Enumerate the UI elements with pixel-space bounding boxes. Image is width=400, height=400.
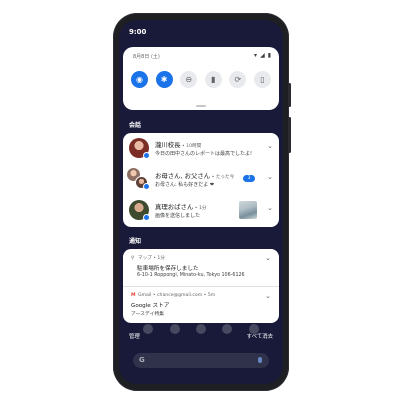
notification-account: • chance@gmail.com [151,293,203,298]
clear-all-button[interactable]: すべて消去 [247,332,273,340]
notification-time: • 1分 [151,256,165,261]
notifications-card: ⚲ マップ • 1分 駐車場所を保存しました 6-10-1 Roppongi, M… [123,249,279,323]
battery-saver-icon[interactable]: ▯ [253,71,271,88]
conversation-time: • たった今 [210,175,235,180]
qs-date: 8月8日 (土) [133,54,160,60]
wifi-icon: ▾ [254,52,258,59]
maps-pin-icon: ⚲ [131,256,135,261]
rotate-icon[interactable]: ⟳ [229,71,247,88]
chevron-down-icon[interactable]: ⌄ [265,292,271,300]
conversation-row[interactable]: 真理おばさん • 1分 画像を送信しました ⌄ [123,195,279,226]
phone-frame: 9:00 8月8日 (土) ▾ ◢ ▮ ◉ ✱ ⊖ ▮ ⟳ ▯ 会話 瀧川校長 • 10時… [113,13,291,391]
conversation-message: 画像を送信しました [155,213,201,219]
conversation-row[interactable]: お母さん, お父さん • たった今 お母さん: 私も好きだよ ❤ 3 ⌄ [123,164,279,195]
notification-row[interactable]: M Gmail • chance@gmail.com • 5m Google スト… [123,287,279,323]
gmail-icon: M [131,293,136,298]
notification-title: 駐車場所を保存しました [137,266,199,272]
dnd-icon[interactable]: ⊖ [180,71,198,88]
chevron-down-icon[interactable]: ⌄ [267,204,273,212]
chevron-down-icon[interactable]: ⌄ [265,254,271,262]
conversation-time: • 10時間 [180,144,202,149]
image-thumbnail[interactable] [239,201,257,219]
messages-app-icon [143,183,150,190]
notification-app: Gmail [138,293,152,298]
signal-icon: ◢ [260,52,265,59]
messages-app-icon [143,214,150,221]
notification-text: アースデイ特集 [131,312,165,317]
conversations-header: 会話 [129,122,142,129]
conversation-row[interactable]: 瀧川校長 • 10時間 今日の田中さんのレポートは最高でしたよ! ⌄ [123,133,279,164]
notification-app: マップ [138,256,152,261]
notification-title: Google ストア [131,303,170,309]
notification-row[interactable]: ⚲ マップ • 1分 駐車場所を保存しました 6-10-1 Roppongi, M… [123,249,279,286]
conversation-title: お母さん, お父さん [155,172,211,180]
conversation-time: • 1分 [193,206,207,211]
conversation-message: お母さん: 私も好きだよ ❤ [155,182,215,188]
mic-icon[interactable] [258,357,262,363]
power-button [288,83,291,107]
chevron-down-icon[interactable]: ⌄ [267,142,273,150]
screen: 9:00 8月8日 (土) ▾ ◢ ▮ ◉ ✱ ⊖ ▮ ⟳ ▯ 会話 瀧川校長 • 10時… [119,20,283,384]
status-bar: 9:00 [119,20,283,44]
notification-time: • 5m [202,293,216,298]
shade-footer: 管理 すべて消去 [119,332,283,344]
clock: 9:00 [129,28,147,36]
messages-app-icon [143,152,150,159]
notification-text: 6-10-1 Roppongi, Minato-ku, Tokyo 106-61… [137,273,245,278]
notifications-header: 通知 [129,238,142,245]
chevron-down-icon[interactable]: ⌄ [267,173,273,181]
google-search-bar[interactable]: G [133,353,269,368]
battery-icon: ▮ [267,52,271,59]
bluetooth-icon[interactable]: ✱ [155,71,173,88]
volume-button [288,117,291,153]
wifi-icon[interactable]: ◉ [131,71,148,88]
conversation-title: 真理おばさん [155,203,194,211]
manage-button[interactable]: 管理 [129,332,140,340]
conversation-message: 今日の田中さんのレポートは最高でしたよ! [155,151,253,157]
flashlight-icon[interactable]: ▮ [204,71,222,88]
quick-settings-panel[interactable]: 8月8日 (土) ▾ ◢ ▮ ◉ ✱ ⊖ ▮ ⟳ ▯ [123,47,279,110]
qs-status-icons: ▾ ◢ ▮ [254,52,271,59]
qs-drag-handle[interactable] [196,105,206,107]
google-logo-icon: G [139,356,145,364]
unread-count-badge: 3 [243,175,255,182]
conversation-title: 瀧川校長 [155,141,181,149]
conversations-card: 瀧川校長 • 10時間 今日の田中さんのレポートは最高でしたよ! ⌄ お母さん,… [123,133,279,227]
qs-tiles: ◉ ✱ ⊖ ▮ ⟳ ▯ [131,71,271,88]
